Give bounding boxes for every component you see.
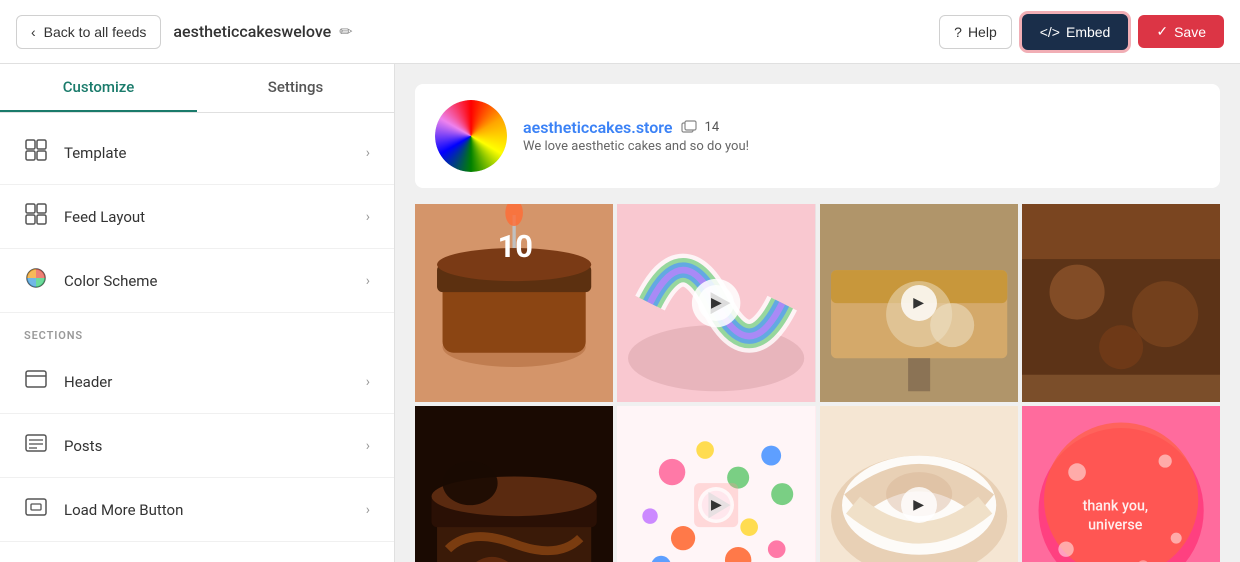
sidebar-item-header[interactable]: Header › bbox=[0, 350, 394, 414]
avatar-image bbox=[435, 100, 507, 172]
play-icon-2: ▶ bbox=[901, 285, 937, 321]
svg-text:thank you,: thank you, bbox=[1082, 499, 1148, 515]
template-icon bbox=[24, 139, 48, 166]
play-icon-1: ▶ bbox=[698, 285, 734, 321]
feed-item-1[interactable]: ▶ bbox=[617, 204, 815, 402]
header-chevron-icon: › bbox=[366, 374, 370, 390]
avatar bbox=[435, 100, 507, 172]
template-label: Template bbox=[64, 144, 126, 162]
preview-inner: aestheticcakes.store 14 We love aestheti… bbox=[395, 64, 1240, 562]
sections-label: SECTIONS bbox=[0, 313, 394, 350]
profile-header: aestheticcakes.store 14 We love aestheti… bbox=[415, 84, 1220, 188]
play-icon-5: ▶ bbox=[698, 487, 734, 523]
header-label: Header bbox=[64, 373, 112, 391]
feed-item-4[interactable] bbox=[415, 406, 613, 562]
feed-layout-chevron-icon: › bbox=[366, 209, 370, 225]
sidebar-item-posts-left: Posts bbox=[24, 432, 102, 459]
embed-button[interactable]: </> Embed bbox=[1022, 14, 1129, 50]
feed-item-2[interactable]: ▶ bbox=[820, 204, 1018, 402]
help-circle-icon: ? bbox=[954, 24, 962, 40]
topbar: ‹ Back to all feeds aestheticcakeswelove… bbox=[0, 0, 1240, 64]
sidebar-item-load-more-left: Load More Button bbox=[24, 496, 183, 523]
main-layout: Customize Settings Template › bbox=[0, 64, 1240, 562]
preview-area: aestheticcakes.store 14 We love aestheti… bbox=[395, 64, 1240, 562]
help-label: Help bbox=[968, 24, 997, 40]
embed-label: Embed bbox=[1066, 24, 1110, 40]
svg-text:10: 10 bbox=[498, 228, 533, 265]
topbar-left: ‹ Back to all feeds aestheticcakeswelove… bbox=[16, 15, 353, 49]
help-button[interactable]: ? Help bbox=[939, 15, 1012, 49]
load-more-icon bbox=[24, 496, 48, 523]
profile-name: aestheticcakes.store 14 bbox=[523, 118, 749, 137]
feed-item-3[interactable] bbox=[1022, 204, 1220, 402]
header-icon bbox=[24, 368, 48, 395]
topbar-right: ? Help </> Embed ✓ Save bbox=[939, 14, 1224, 50]
back-chevron-icon: ‹ bbox=[31, 24, 36, 40]
sidebar-item-feed-layout-left: Feed Layout bbox=[24, 203, 145, 230]
profile-name-text: aestheticcakes.store bbox=[523, 118, 673, 137]
back-to-feeds-button[interactable]: ‹ Back to all feeds bbox=[16, 15, 161, 49]
color-scheme-chevron-icon: › bbox=[366, 273, 370, 289]
feed-item-7[interactable]: thank you, universe bbox=[1022, 406, 1220, 562]
save-label: Save bbox=[1174, 24, 1206, 40]
load-more-chevron-icon: › bbox=[366, 502, 370, 518]
edit-feed-name-icon[interactable]: ✏ bbox=[339, 22, 352, 41]
save-button[interactable]: ✓ Save bbox=[1138, 15, 1224, 48]
sidebar-tabs: Customize Settings bbox=[0, 64, 394, 113]
sidebar: Customize Settings Template › bbox=[0, 64, 395, 562]
feed-item-5[interactable]: ▶ bbox=[617, 406, 815, 562]
posts-icon bbox=[24, 432, 48, 459]
feed-layout-icon bbox=[24, 203, 48, 230]
sidebar-item-load-more[interactable]: Load More Button › bbox=[0, 478, 394, 542]
feed-item-6[interactable]: ▶ bbox=[820, 406, 1018, 562]
sidebar-items: Template › Feed Layout › bbox=[0, 113, 394, 550]
feed-layout-label: Feed Layout bbox=[64, 208, 145, 226]
sidebar-item-color-scheme[interactable]: Color Scheme › bbox=[0, 249, 394, 313]
profile-info: aestheticcakes.store 14 We love aestheti… bbox=[523, 118, 749, 154]
profile-bio: We love aesthetic cakes and so do you! bbox=[523, 139, 749, 154]
load-more-label: Load More Button bbox=[64, 501, 183, 519]
feed-name-area: aestheticcakeswelove ✏ bbox=[173, 22, 352, 41]
posts-label: Posts bbox=[64, 437, 102, 455]
tab-settings[interactable]: Settings bbox=[197, 64, 394, 112]
play-icon-6: ▶ bbox=[901, 487, 937, 523]
posts-chevron-icon: › bbox=[366, 438, 370, 454]
tab-customize[interactable]: Customize bbox=[0, 64, 197, 112]
profile-image-count: 14 bbox=[705, 120, 720, 135]
feed-name: aestheticcakeswelove bbox=[173, 22, 331, 41]
sidebar-item-header-left: Header bbox=[24, 368, 112, 395]
check-icon: ✓ bbox=[1156, 23, 1168, 40]
color-scheme-label: Color Scheme bbox=[64, 272, 157, 290]
color-scheme-icon bbox=[24, 267, 48, 294]
sidebar-item-posts[interactable]: Posts › bbox=[0, 414, 394, 478]
back-button-label: Back to all feeds bbox=[44, 24, 147, 40]
template-chevron-icon: › bbox=[366, 145, 370, 161]
feed-grid: 10 ▶ bbox=[415, 204, 1220, 562]
feed-item-0[interactable]: 10 bbox=[415, 204, 613, 402]
sidebar-item-template-left: Template bbox=[24, 139, 126, 166]
svg-text:universe: universe bbox=[1088, 518, 1143, 534]
sidebar-item-color-scheme-left: Color Scheme bbox=[24, 267, 157, 294]
sidebar-item-template[interactable]: Template › bbox=[0, 121, 394, 185]
embed-code-icon: </> bbox=[1040, 24, 1060, 40]
profile-image-count-icon bbox=[681, 120, 697, 136]
sidebar-item-feed-layout[interactable]: Feed Layout › bbox=[0, 185, 394, 249]
